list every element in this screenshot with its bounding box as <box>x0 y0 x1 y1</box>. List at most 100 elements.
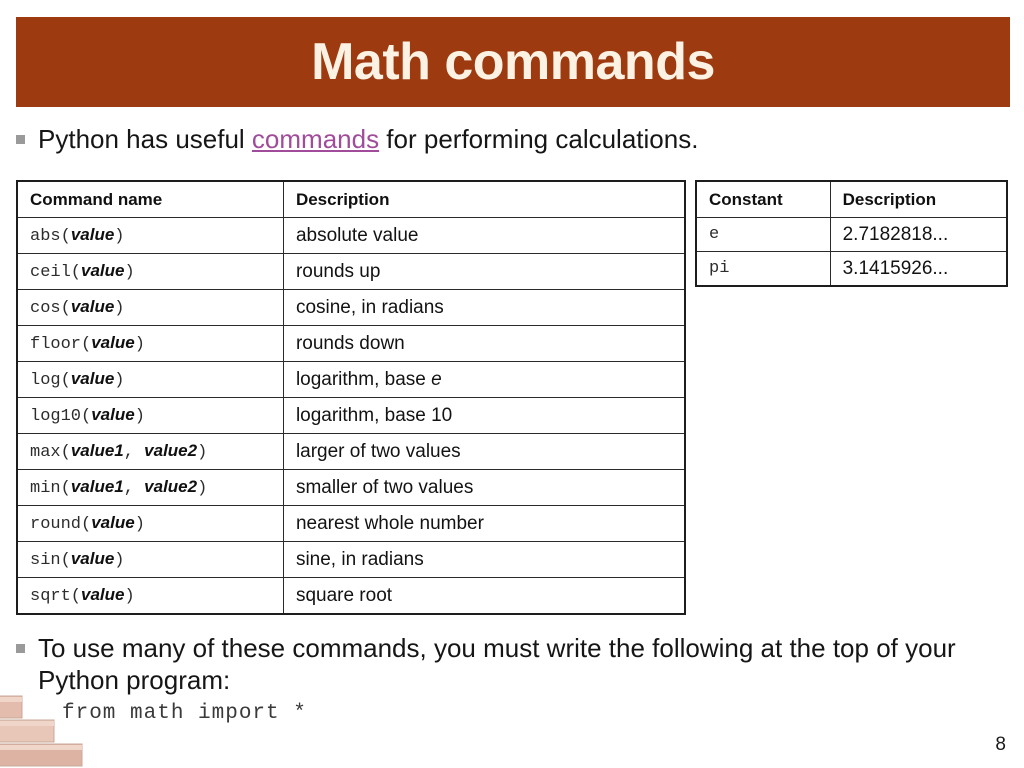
command-param: value <box>91 513 135 532</box>
cell-command-name: ceil(value) <box>16 253 284 290</box>
table-row: min(value1, value2) smaller of two values <box>16 469 686 506</box>
cell-constant-value: 3.1415926... <box>829 251 1008 287</box>
page-number: 8 <box>995 734 1006 755</box>
table-row: sqrt(value) square root <box>16 577 686 615</box>
commands-link[interactable]: commands <box>252 124 379 154</box>
command-signature: log(value) <box>30 369 125 390</box>
math-constants-table: Constant Description e 2.7182818... pi 3.14… <box>695 180 1008 287</box>
bullet-intro: Python has useful commands for performin… <box>16 124 996 156</box>
command-description: logarithm, base e <box>295 368 442 390</box>
command-param: value <box>81 585 125 604</box>
command-param: value2 <box>144 477 198 496</box>
command-description: logarithm, base 10 <box>295 404 453 426</box>
cell-command-name: sqrt(value) <box>16 577 284 615</box>
cell-command-description: absolute value <box>282 217 686 254</box>
bullet-intro-prefix: Python has useful <box>38 124 252 154</box>
description-emphasis: e <box>431 368 442 390</box>
cell-command-description: square root <box>282 577 686 615</box>
bullet-import-text: To use many of these commands, you must … <box>38 633 956 695</box>
cell-command-description: cosine, in radians <box>282 289 686 326</box>
bullet-import: To use many of these commands, you must … <box>16 633 996 696</box>
table-row: ceil(value) rounds up <box>16 253 686 290</box>
command-description: rounds down <box>295 332 405 354</box>
cell-command-description: logarithm, base 10 <box>282 397 686 434</box>
command-signature: sin(value) <box>30 549 125 570</box>
command-description: cosine, in radians <box>295 296 444 318</box>
command-signature: log10(value) <box>30 405 145 426</box>
cell-command-name: abs(value) <box>16 217 284 254</box>
table-row: log10(value) logarithm, base 10 <box>16 397 686 434</box>
command-signature: round(value) <box>30 513 145 534</box>
cell-command-name: min(value1, value2) <box>16 469 284 506</box>
constant-name: pi <box>709 259 730 278</box>
column-header-description: Description <box>829 180 1008 218</box>
cell-command-description: sine, in radians <box>282 541 686 578</box>
cell-constant-name: e <box>695 217 831 252</box>
command-param: value2 <box>144 441 198 460</box>
table-row: abs(value) absolute value <box>16 217 686 254</box>
command-param: value <box>70 225 115 244</box>
math-commands-table: Command name Description abs(value) absol… <box>16 180 686 615</box>
column-header-constant: Constant <box>695 180 831 218</box>
command-param: value <box>81 261 125 280</box>
bullet-square-icon <box>16 135 25 144</box>
cell-command-description: rounds up <box>282 253 686 290</box>
cell-command-description: nearest whole number <box>282 505 686 542</box>
cell-command-name: log(value) <box>16 361 284 398</box>
cell-command-name: floor(value) <box>16 325 284 362</box>
command-description: absolute value <box>295 224 419 246</box>
constant-name: e <box>709 225 720 244</box>
cell-command-name: cos(value) <box>16 289 284 326</box>
cell-command-name: round(value) <box>16 505 284 542</box>
command-param: value <box>91 405 135 424</box>
command-description: sine, in radians <box>295 548 424 570</box>
cell-constant-value: 2.7182818... <box>829 217 1008 252</box>
cell-command-description: rounds down <box>282 325 686 362</box>
constants-table-body: e 2.7182818... pi 3.1415926... <box>695 217 1008 287</box>
table-header-row: Constant Description <box>695 180 1008 218</box>
command-signature: min(value1, value2) <box>30 477 208 498</box>
table-row: pi 3.1415926... <box>695 251 1008 287</box>
column-header-description: Description <box>282 180 686 218</box>
command-description: larger of two values <box>295 440 461 462</box>
cell-command-description: smaller of two values <box>282 469 686 506</box>
slide-title-banner: Math commands <box>16 17 1010 107</box>
bullet-intro-text: Python has useful commands for performin… <box>38 124 698 156</box>
cell-command-name: max(value1, value2) <box>16 433 284 470</box>
table-row: floor(value) rounds down <box>16 325 686 362</box>
command-description: smaller of two values <box>295 476 474 498</box>
cell-command-name: log10(value) <box>16 397 284 434</box>
constant-value: 2.7182818... <box>842 223 949 245</box>
command-param: value1 <box>70 477 124 496</box>
command-description: square root <box>295 584 393 606</box>
table-header-row: Command name Description <box>16 180 686 218</box>
cell-command-description: larger of two values <box>282 433 686 470</box>
table-row: max(value1, value2) larger of two values <box>16 433 686 470</box>
command-signature: floor(value) <box>30 333 145 354</box>
commands-table-body: abs(value) absolute value ceil(value) round… <box>16 217 686 615</box>
table-row: round(value) nearest whole number <box>16 505 686 542</box>
import-code-line: from math import * <box>62 702 307 725</box>
table-row: cos(value) cosine, in radians <box>16 289 686 326</box>
constant-value: 3.1415926... <box>842 257 949 279</box>
command-param: value <box>70 369 115 388</box>
command-param: value <box>70 297 115 316</box>
column-header-command-name: Command name <box>16 180 284 218</box>
bullet-square-icon <box>16 644 25 653</box>
cell-constant-name: pi <box>695 251 831 287</box>
table-row: e 2.7182818... <box>695 217 1008 252</box>
command-description: rounds up <box>295 260 381 282</box>
table-row: sin(value) sine, in radians <box>16 541 686 578</box>
command-signature: cos(value) <box>30 297 125 318</box>
command-signature: sqrt(value) <box>30 585 135 606</box>
cell-command-name: sin(value) <box>16 541 284 578</box>
command-description: nearest whole number <box>295 512 484 534</box>
command-signature: max(value1, value2) <box>30 441 208 462</box>
command-param: value1 <box>70 441 124 460</box>
command-param: value <box>70 549 115 568</box>
command-signature: ceil(value) <box>30 261 135 282</box>
command-signature: abs(value) <box>30 225 125 246</box>
table-row: log(value) logarithm, base e <box>16 361 686 398</box>
page-title: Math commands <box>311 33 715 91</box>
cell-command-description: logarithm, base e <box>282 361 686 398</box>
